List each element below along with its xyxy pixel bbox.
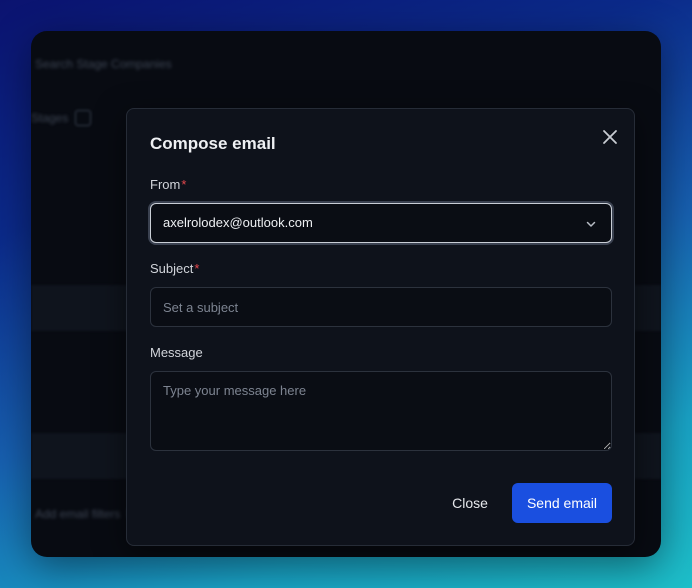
close-button[interactable]: Close — [438, 483, 502, 523]
close-icon[interactable] — [600, 127, 620, 147]
background-chip — [75, 110, 91, 126]
background-header-text: Search Stage Companies — [35, 57, 172, 71]
required-marker: * — [194, 261, 200, 276]
compose-email-modal: Compose email From* axelrolodex@outlook.… — [126, 108, 635, 546]
subject-input[interactable] — [150, 287, 612, 327]
required-marker: * — [181, 177, 187, 192]
from-label-text: From — [150, 177, 181, 192]
message-label: Message — [150, 345, 203, 360]
subject-label-text: Subject — [150, 261, 194, 276]
message-textarea[interactable] — [150, 371, 612, 451]
chevron-down-icon — [585, 217, 597, 229]
from-select-value: axelrolodex@outlook.com — [163, 215, 313, 230]
send-email-button[interactable]: Send email — [512, 483, 612, 523]
from-select[interactable]: axelrolodex@outlook.com — [150, 203, 612, 243]
background-footer-text: Add email filters — [35, 507, 121, 521]
subject-label: Subject* — [150, 261, 199, 276]
app-window: Search Stage Companies Stages Add email … — [31, 31, 661, 557]
background-toolbar-text: Stages — [31, 111, 69, 125]
from-label: From* — [150, 177, 186, 192]
modal-title: Compose email — [150, 134, 276, 153]
